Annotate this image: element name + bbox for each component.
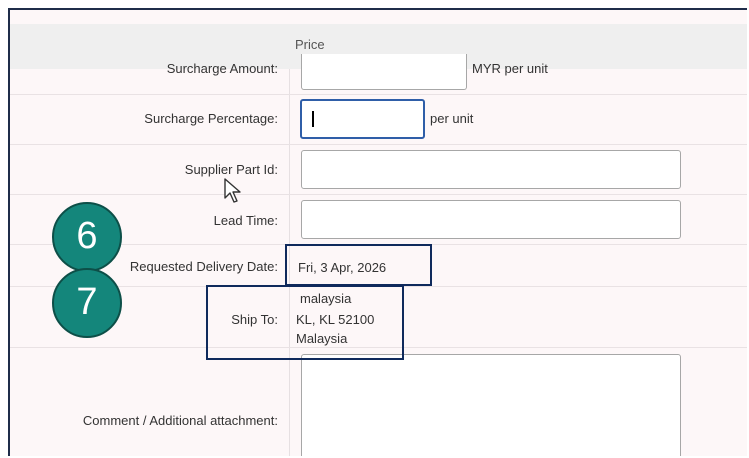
text-caret bbox=[312, 111, 314, 127]
step-7-badge: 7 bbox=[52, 268, 122, 338]
surcharge-percentage-unit: per unit bbox=[430, 111, 474, 126]
step-6-badge: 6 bbox=[52, 202, 122, 272]
supplier-part-id-label: Supplier Part Id: bbox=[184, 162, 278, 177]
price-column-header: Price bbox=[295, 37, 325, 52]
surcharge-percentage-label: Surcharge Percentage: bbox=[144, 111, 278, 126]
lead-time-input[interactable] bbox=[301, 200, 681, 239]
ship-to-highlight bbox=[206, 285, 404, 360]
surcharge-amount-label: Surcharge Amount: bbox=[166, 61, 278, 76]
row-divider bbox=[10, 144, 747, 145]
row-divider bbox=[10, 94, 747, 95]
comment-label: Comment / Additional attachment: bbox=[82, 413, 278, 428]
row-divider bbox=[10, 194, 747, 195]
delivery-date-highlight bbox=[285, 244, 432, 286]
comment-textarea[interactable] bbox=[301, 354, 681, 456]
surcharge-amount-input[interactable] bbox=[301, 54, 467, 90]
surcharge-amount-unit: MYR per unit bbox=[472, 61, 548, 76]
surcharge-percentage-input[interactable] bbox=[300, 99, 425, 139]
mouse-pointer-icon bbox=[224, 178, 241, 203]
supplier-part-id-input[interactable] bbox=[301, 150, 681, 189]
requested-delivery-date-label: Requested Delivery Date: bbox=[129, 259, 278, 274]
lead-time-label: Lead Time: bbox=[213, 213, 278, 228]
